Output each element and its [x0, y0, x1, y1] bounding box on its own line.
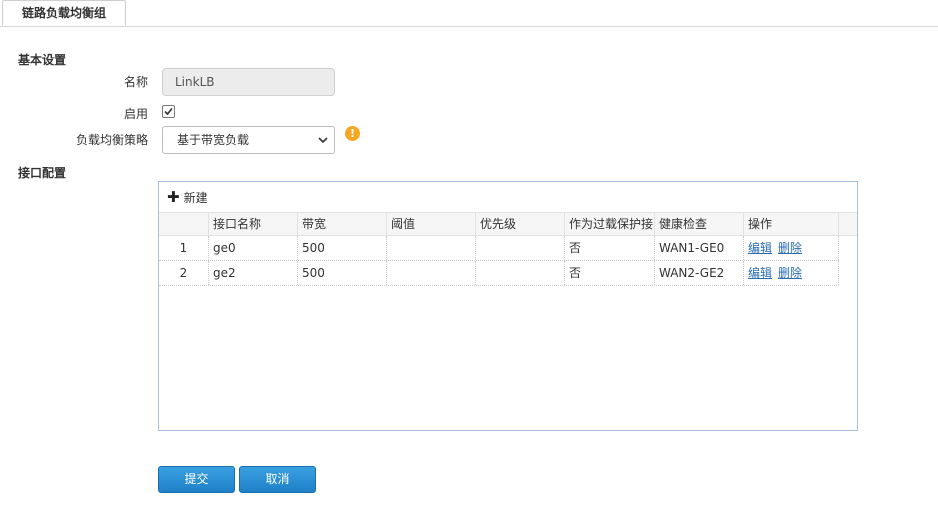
cell-interface-name: ge0 [209, 236, 298, 260]
cancel-button[interactable]: 取消 [239, 466, 316, 493]
strategy-label: 负载均衡策略 [75, 133, 148, 147]
checkmark-icon [164, 107, 173, 116]
tab-link-lb-group[interactable]: 链路负载均衡组 [2, 0, 126, 26]
edit-link[interactable]: 编辑 [748, 266, 772, 280]
plus-icon: ✚ [167, 188, 180, 206]
header-interface-name[interactable]: 接口名称 [209, 213, 298, 235]
strategy-select[interactable]: 基于带宽负载 [162, 126, 335, 154]
header-priority[interactable]: 优先级 [476, 213, 565, 235]
interface-grid: ✚ 新建 接口名称 带宽 阈值 优先级 作为过载保护接 健康检查 操作 1 ge0… [158, 181, 858, 431]
enable-checkbox[interactable] [162, 105, 175, 118]
cell-health-check: WAN1-GE0 [655, 236, 744, 260]
cell-priority [476, 236, 565, 260]
section-title-basic: 基本设置 [18, 53, 67, 67]
header-actions[interactable]: 操作 [744, 213, 839, 235]
edit-link[interactable]: 编辑 [748, 241, 772, 255]
row-number: 2 [159, 261, 209, 285]
tab-bar: 链路负载均衡组 [0, 0, 938, 27]
cell-overload: 否 [565, 236, 655, 260]
header-threshold[interactable]: 阈值 [387, 213, 476, 235]
new-button-label: 新建 [183, 191, 208, 205]
cell-actions: 编辑 删除 [744, 236, 839, 260]
cell-interface-name: ge2 [209, 261, 298, 285]
warning-icon[interactable]: ! [345, 126, 360, 141]
name-label: 名称 [123, 75, 148, 89]
delete-link[interactable]: 删除 [778, 241, 802, 255]
cell-threshold [387, 236, 476, 260]
cell-actions: 编辑 删除 [744, 261, 839, 285]
row-number: 1 [159, 236, 209, 260]
header-rownum [159, 213, 209, 235]
delete-link[interactable]: 删除 [778, 266, 802, 280]
chevron-down-icon [318, 137, 328, 144]
table-row[interactable]: 1 ge0 500 否 WAN1-GE0 编辑 删除 [159, 236, 839, 261]
grid-toolbar: ✚ 新建 [159, 182, 857, 212]
cell-health-check: WAN2-GE2 [655, 261, 744, 285]
cell-bandwidth: 500 [298, 236, 387, 260]
section-title-interface: 接口配置 [18, 166, 67, 180]
new-button[interactable]: ✚ 新建 [167, 188, 208, 206]
enable-label: 启用 [123, 107, 148, 121]
submit-button[interactable]: 提交 [158, 466, 235, 493]
cell-bandwidth: 500 [298, 261, 387, 285]
cell-priority [476, 261, 565, 285]
name-input[interactable]: LinkLB [162, 68, 335, 96]
header-health-check[interactable]: 健康检查 [655, 213, 744, 235]
table-row[interactable]: 2 ge2 500 否 WAN2-GE2 编辑 删除 [159, 261, 839, 286]
header-bandwidth[interactable]: 带宽 [298, 213, 387, 235]
cell-overload: 否 [565, 261, 655, 285]
cell-threshold [387, 261, 476, 285]
grid-header: 接口名称 带宽 阈值 优先级 作为过载保护接 健康检查 操作 [159, 212, 857, 236]
header-overload[interactable]: 作为过载保护接 [565, 213, 655, 235]
strategy-value: 基于带宽负载 [177, 133, 250, 147]
